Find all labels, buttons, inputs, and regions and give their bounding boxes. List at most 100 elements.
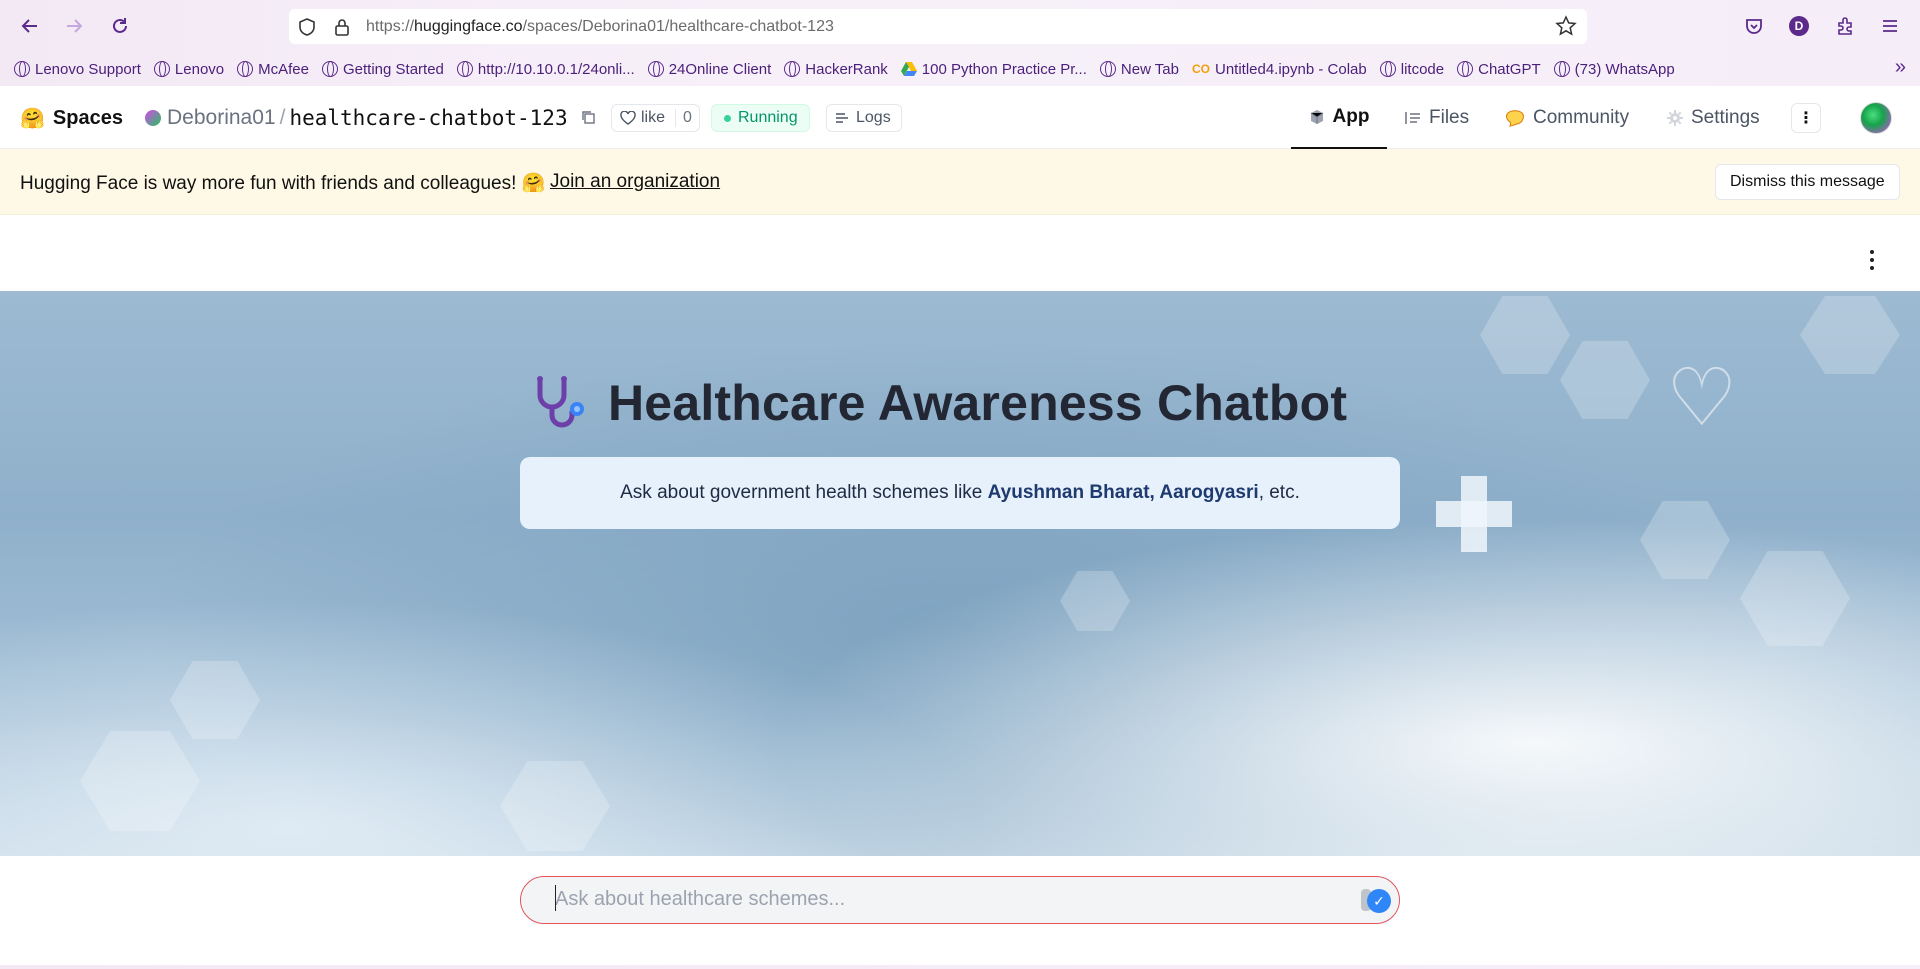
shield-icon[interactable] xyxy=(297,17,317,42)
globe-icon xyxy=(153,61,170,77)
menu-icon[interactable] xyxy=(1876,12,1904,40)
back-icon[interactable] xyxy=(16,12,44,40)
bookmark-item[interactable]: HackerRank xyxy=(784,61,888,78)
colab-icon: CO xyxy=(1191,62,1210,76)
tab-settings-label: Settings xyxy=(1691,107,1760,128)
space-options-icon[interactable]: ⋮ xyxy=(1791,103,1821,133)
forward-icon[interactable] xyxy=(60,12,88,40)
stethoscope-icon xyxy=(537,376,584,428)
spaces-logo[interactable]: 🤗 Spaces xyxy=(20,106,123,131)
bookmarks-bar: Lenovo Support Lenovo McAfee Getting Starte… xyxy=(0,56,1920,82)
reload-icon[interactable] xyxy=(106,12,134,40)
hero-section: ♡ Healthcare Awareness Chatbot Ask about… xyxy=(0,291,1920,856)
bookmark-label: New Tab xyxy=(1120,60,1179,78)
bookmark-label: 24Online Client xyxy=(668,60,772,78)
like-button[interactable]: like 0 xyxy=(611,104,700,132)
decor-hex xyxy=(1560,341,1650,419)
scheme-comma: , xyxy=(1149,482,1160,503)
globe-icon xyxy=(456,61,473,77)
bookmark-item[interactable]: McAfee xyxy=(237,61,309,78)
subtitle-pre: Ask about government health schemes like xyxy=(620,482,988,503)
bookmark-item[interactable]: CO Untitled4.ipynb - Colab xyxy=(1192,61,1367,78)
subtitle-post: , etc. xyxy=(1258,482,1300,503)
bookmark-item[interactable]: ChatGPT xyxy=(1457,61,1541,78)
bookmark-item[interactable]: (73) WhatsApp xyxy=(1553,61,1675,78)
url-path: /spaces/Deborina01/healthcare-chatbot-12… xyxy=(522,18,834,35)
decor-hex xyxy=(170,661,260,739)
globe-icon xyxy=(237,61,254,77)
bookmark-label: Getting Started xyxy=(343,60,444,78)
tab-app[interactable]: App xyxy=(1291,87,1387,149)
bookmark-label: McAfee xyxy=(258,60,309,78)
bookmark-item[interactable]: 24Online Client xyxy=(647,60,772,78)
pocket-icon[interactable] xyxy=(1740,12,1768,40)
browser-toolbar: https://huggingface.co/spaces/Deborina01… xyxy=(0,0,1920,86)
status-badge[interactable]: Running xyxy=(711,104,810,132)
files-icon xyxy=(1405,112,1420,124)
bookmark-item[interactable]: http://10.10.0.1/24onli... xyxy=(456,60,635,78)
bookmarks-overflow-icon[interactable]: » xyxy=(1895,56,1906,79)
profile-initial: D xyxy=(1789,16,1809,36)
dismiss-button[interactable]: Dismiss this message xyxy=(1715,164,1900,200)
bookmark-star-icon[interactable] xyxy=(1555,15,1577,43)
submit-check-icon[interactable]: ✓ xyxy=(1367,889,1391,913)
bookmark-item[interactable]: 100 Python Practice Pr... xyxy=(900,60,1087,78)
bookmark-label: http://10.10.0.1/24onli... xyxy=(477,60,635,78)
scheme-aarogyasri: Aarogyasri xyxy=(1159,482,1259,503)
bookmark-item[interactable]: Lenovo xyxy=(153,61,224,78)
account-icon[interactable]: D xyxy=(1785,12,1813,40)
heart-icon xyxy=(620,111,636,125)
bookmark-item[interactable]: Lenovo Support xyxy=(14,61,141,78)
medical-cross-icon xyxy=(1436,476,1512,552)
app-menu-icon[interactable] xyxy=(1864,250,1880,270)
decor-hex xyxy=(1740,551,1850,646)
tab-files[interactable]: Files xyxy=(1405,87,1469,149)
decor-hex xyxy=(1060,571,1130,631)
app-title-text: Healthcare Awareness Chatbot xyxy=(608,375,1348,431)
navigation-row: https://huggingface.co/spaces/Deborina01… xyxy=(0,0,1920,52)
bookmark-label: 100 Python Practice Pr... xyxy=(921,60,1087,78)
chat-input[interactable] xyxy=(555,877,1335,921)
text-caret xyxy=(555,885,556,911)
status-dot-icon xyxy=(724,114,731,122)
logs-icon xyxy=(836,113,848,123)
join-organization-link[interactable]: Join an organization xyxy=(550,171,720,193)
spaces-label: Spaces xyxy=(52,107,123,129)
banner-message: Hugging Face is way more fun with friend… xyxy=(20,173,546,194)
logs-button[interactable]: Logs xyxy=(826,104,902,132)
bookmark-item[interactable]: litcode xyxy=(1379,60,1445,78)
globe-icon xyxy=(647,61,664,77)
hugging-face-icon: 🤗 xyxy=(20,108,45,130)
globe-icon xyxy=(1553,61,1570,77)
tab-community[interactable]: Community xyxy=(1505,87,1629,149)
bookmark-item[interactable]: New Tab xyxy=(1099,60,1179,78)
app-toolbar xyxy=(0,216,1920,291)
community-icon xyxy=(1506,110,1524,127)
subtitle-box: Ask about government health schemes like… xyxy=(520,457,1400,529)
lock-icon[interactable] xyxy=(333,17,351,42)
repo-name[interactable]: healthcare-chatbot-123 xyxy=(289,106,567,130)
url-text[interactable]: https://huggingface.co/spaces/Deborina01… xyxy=(366,18,834,36)
user-avatar[interactable] xyxy=(1860,102,1892,134)
hf-header: 🤗 Spaces Deborina01 / healthcare-chatbot… xyxy=(0,87,1920,149)
bookmark-label: litcode xyxy=(1400,60,1445,78)
decor-hex xyxy=(500,761,610,851)
subtitle-text: Ask about government health schemes like… xyxy=(620,482,1300,504)
heart-decor-icon: ♡ xyxy=(1666,353,1738,442)
status-label: Running xyxy=(738,109,798,126)
tab-files-label: Files xyxy=(1429,107,1470,128)
logs-label: Logs xyxy=(856,109,891,126)
chat-input-box[interactable]: ✓ xyxy=(520,876,1400,924)
gear-icon xyxy=(1667,110,1683,126)
extensions-icon[interactable] xyxy=(1831,12,1859,40)
bookmark-label: Untitled4.ipynb - Colab xyxy=(1214,60,1367,78)
copy-icon[interactable] xyxy=(580,109,596,125)
address-bar[interactable]: https://huggingface.co/spaces/Deborina01… xyxy=(289,9,1587,44)
like-label: like xyxy=(641,109,666,126)
bookmark-item[interactable]: Getting Started xyxy=(322,61,444,78)
owner-avatar-icon xyxy=(145,110,161,126)
tab-settings[interactable]: Settings xyxy=(1667,87,1760,149)
globe-icon xyxy=(14,61,30,77)
decor-hex xyxy=(1800,296,1900,374)
owner-link[interactable]: Deborina01 xyxy=(167,106,276,130)
